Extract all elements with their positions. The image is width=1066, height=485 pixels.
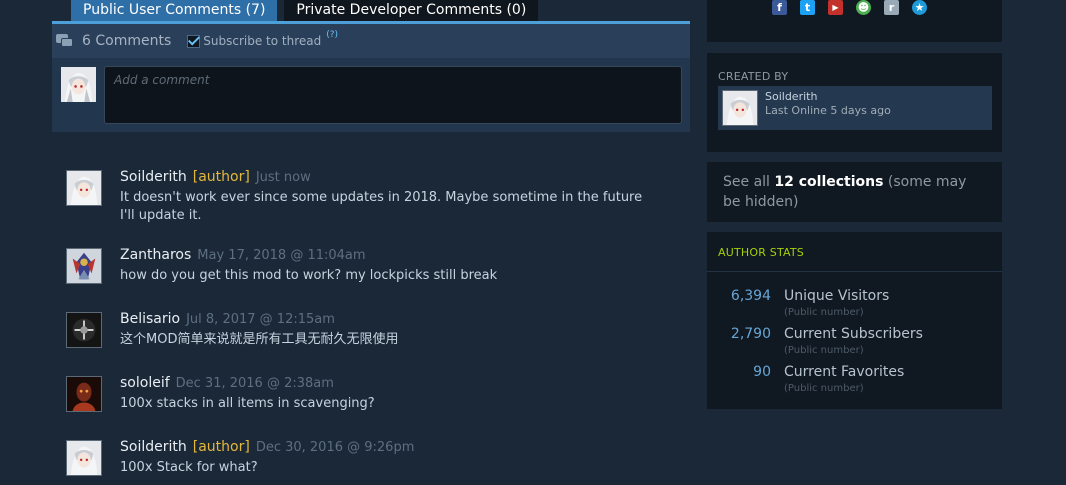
qzone-icon[interactable]: ★	[912, 0, 927, 15]
comment-author[interactable]: sololeif	[120, 375, 170, 391]
collections-link[interactable]: See all 12 collections (some may be hidd…	[707, 162, 1002, 222]
stat-current-favorites: 90 Current Favorites (Public number)	[707, 364, 1002, 400]
comment-time: Dec 31, 2016 @ 2:38am	[175, 376, 334, 391]
user-avatar	[61, 67, 96, 102]
comment-author[interactable]: Soilderith	[120, 169, 187, 185]
smiley-icon[interactable]: ☻	[856, 0, 871, 15]
author-stats-panel: AUTHOR STATS 6,394 Unique Visitors (Publ…	[707, 232, 1002, 409]
comment-time: Dec 30, 2016 @ 9:26pm	[255, 440, 415, 455]
commenter-avatar[interactable]	[66, 376, 102, 412]
collections-prefix: See all	[723, 174, 775, 190]
comments-header: 6 Comments Subscribe to thread (?)	[52, 24, 690, 58]
stat-label: Current Subscribers	[784, 326, 923, 342]
comment-entry: Add a comment	[52, 58, 690, 132]
stat-sub: (Public number)	[784, 383, 864, 394]
stat-current-subscribers: 2,790 Current Subscribers (Public number…	[707, 326, 1002, 362]
commenter-avatar[interactable]	[66, 440, 102, 476]
comment-time: May 17, 2018 @ 11:04am	[197, 248, 366, 263]
youtube-icon[interactable]: ▶	[828, 0, 843, 15]
stat-label: Unique Visitors	[784, 288, 890, 304]
stat-sub: (Public number)	[784, 307, 864, 318]
comments-section: Public User Comments (7) Private Develop…	[52, 0, 690, 485]
comment-time: Just now	[255, 170, 311, 185]
stat-value: 90	[753, 364, 771, 380]
comment-text: It doesn't work ever since some updates …	[120, 190, 643, 223]
tab-public-comments[interactable]: Public User Comments (7)	[71, 0, 278, 21]
commenter-avatar[interactable]	[66, 170, 102, 206]
chat-icon	[56, 33, 74, 49]
creator-name[interactable]: Soilderith	[765, 90, 817, 103]
subscribe-checkbox[interactable]	[187, 34, 201, 48]
commenter-avatar[interactable]	[66, 312, 102, 348]
author-tag: [author]	[192, 439, 250, 455]
comment-text: 100x stacks in all items in scavenging?	[120, 396, 375, 411]
reddit-icon[interactable]: r	[884, 0, 899, 15]
share-panel: f t ▶ ☻ r ★	[707, 0, 1002, 42]
creator-card[interactable]: Soilderith Last Online 5 days ago	[718, 86, 992, 130]
created-by-panel: CREATED BY Soilderith Last Online 5 days…	[707, 53, 1002, 152]
tab-private-comments[interactable]: Private Developer Comments (0)	[284, 0, 539, 21]
commenter-avatar[interactable]	[66, 248, 102, 284]
comment-input[interactable]: Add a comment	[104, 66, 682, 124]
creator-last-online: Last Online 5 days ago	[765, 104, 891, 117]
comment-time: Jul 8, 2017 @ 12:15am	[186, 312, 335, 327]
twitter-icon[interactable]: t	[800, 0, 815, 15]
stats-divider	[707, 271, 1002, 272]
author-stats-title: AUTHOR STATS	[718, 246, 804, 259]
comment-count: 6 Comments	[82, 33, 172, 49]
creator-avatar[interactable]	[722, 90, 758, 126]
stat-value: 6,394	[730, 288, 771, 304]
author-tag: [author]	[192, 169, 250, 185]
comment-text: 100x Stack for what?	[120, 460, 258, 475]
facebook-icon[interactable]: f	[772, 0, 787, 15]
stat-sub: (Public number)	[784, 345, 864, 356]
created-by-label: CREATED BY	[718, 70, 789, 83]
comment-author[interactable]: Belisario	[120, 311, 180, 327]
comment-author[interactable]: Soilderith	[120, 439, 187, 455]
stat-unique-visitors: 6,394 Unique Visitors (Public number)	[707, 288, 1002, 324]
comment-tabs: Public User Comments (7) Private Develop…	[71, 0, 539, 21]
subscribe-label[interactable]: Subscribe to thread	[203, 34, 321, 48]
stat-value: 2,790	[730, 326, 771, 342]
collections-count: 12 collections	[774, 174, 884, 190]
comment-text: how do you get this mod to work? my lock…	[120, 268, 498, 283]
help-link[interactable]: (?)	[326, 30, 338, 40]
comment-text: 这个MOD简单来说就是所有工具无耐久无限使用	[120, 332, 399, 347]
comment-author[interactable]: Zantharos	[120, 247, 191, 263]
stat-label: Current Favorites	[784, 364, 905, 380]
